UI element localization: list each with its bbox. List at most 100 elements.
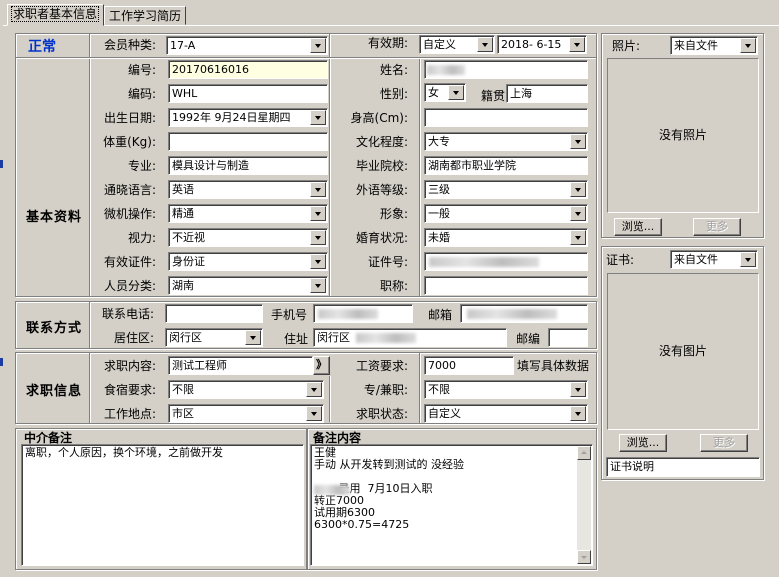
number-field[interactable]: 20170616016	[168, 60, 328, 79]
photo-more-button[interactable]: 更多	[693, 218, 741, 236]
chevron-down-icon[interactable]	[310, 182, 326, 197]
parttime-select[interactable]: 不限	[424, 380, 588, 399]
scroll-down-icon[interactable]	[577, 550, 591, 564]
section-title-basic: 基本资料	[26, 210, 83, 225]
vision-select[interactable]: 不近视	[168, 228, 328, 247]
id-number-field[interactable]	[424, 252, 588, 271]
native-label: 籍贯	[481, 89, 506, 103]
address-label: 住址	[284, 332, 309, 346]
title-field[interactable]	[424, 276, 588, 295]
major-label: 专业:	[127, 159, 156, 173]
major-field[interactable]: 模具设计与制造	[168, 156, 328, 175]
work-place-label: 工作地点:	[103, 407, 156, 421]
scroll-up-icon[interactable]	[577, 446, 591, 460]
chevron-down-icon[interactable]	[310, 254, 326, 269]
chevron-down-icon[interactable]	[245, 330, 261, 345]
chevron-down-icon[interactable]	[477, 37, 493, 52]
tab-work-history[interactable]: 工作学习简历	[104, 6, 186, 25]
vision-value: 不近视	[172, 231, 205, 244]
postcode-field[interactable]	[548, 328, 588, 347]
weight-field[interactable]	[168, 132, 328, 151]
chevron-down-icon[interactable]	[306, 382, 322, 397]
computer-label: 微机操作:	[103, 207, 156, 221]
email-field[interactable]	[460, 304, 588, 323]
remark-textarea[interactable]: 王健 手动 从开发转到测试的 没经验 录用 7月10日入职 转正7000 试用期…	[310, 444, 593, 566]
member-type-select[interactable]: 17-A	[166, 36, 328, 55]
redacted-address	[356, 333, 416, 343]
district-select[interactable]: 闵行区	[165, 328, 263, 347]
work-place-select[interactable]: 市区	[168, 404, 324, 423]
id-type-select[interactable]: 身份证	[168, 252, 328, 271]
phone-label: 联系电话:	[101, 307, 154, 321]
chevron-down-icon[interactable]	[310, 278, 326, 293]
certificate-note-field[interactable]: 证书说明	[606, 457, 760, 477]
birth-value: 1992年 9月24日星期四	[172, 111, 291, 124]
chevron-down-icon[interactable]	[306, 406, 322, 421]
name-field[interactable]	[424, 60, 588, 79]
foreign-level-value: 三级	[428, 183, 450, 196]
chevron-down-icon[interactable]	[448, 85, 464, 100]
job-content-field[interactable]: 测试工程师	[168, 356, 313, 375]
work-place-value: 市区	[172, 407, 194, 420]
id-type-value: 身份证	[172, 255, 205, 268]
native-field[interactable]: 上海	[506, 84, 588, 103]
certificate-source-select[interactable]: 来自文件	[670, 250, 758, 269]
chevron-down-icon[interactable]	[570, 382, 586, 397]
school-field[interactable]: 湖南都市职业学院	[424, 156, 588, 175]
gender-label: 性别:	[379, 87, 408, 101]
lodging-select[interactable]: 不限	[168, 380, 324, 399]
appearance-select[interactable]: 一般	[424, 204, 588, 223]
phone-field[interactable]	[165, 304, 263, 323]
chevron-down-icon[interactable]	[570, 406, 586, 421]
member-type-label: 会员种类:	[103, 38, 156, 52]
validity-type-select[interactable]: 自定义	[419, 35, 495, 54]
section-title-job: 求职信息	[26, 384, 83, 399]
computer-select[interactable]: 精通	[168, 204, 328, 223]
mobile-field[interactable]	[313, 304, 413, 323]
code-field[interactable]: WHL	[168, 84, 328, 103]
chevron-down-icon[interactable]	[310, 110, 326, 125]
education-select[interactable]: 大专	[424, 132, 588, 151]
chevron-down-icon[interactable]	[569, 37, 585, 52]
redacted-id	[429, 257, 539, 267]
certificate-browse-button[interactable]: 浏览...	[619, 434, 667, 452]
redacted-email	[467, 309, 557, 319]
tab-basic-info-label: 求职者基本信息	[10, 6, 100, 22]
chevron-down-icon[interactable]	[310, 38, 326, 53]
chevron-down-icon[interactable]	[740, 252, 756, 267]
chevron-down-icon[interactable]	[310, 230, 326, 245]
photo-browse-button[interactable]: 浏览...	[614, 218, 662, 236]
photo-source-select[interactable]: 来自文件	[670, 36, 758, 55]
marital-select[interactable]: 未婚	[424, 228, 588, 247]
birth-date-picker[interactable]: 1992年 9月24日星期四	[168, 108, 328, 127]
chevron-down-icon[interactable]	[570, 134, 586, 149]
computer-value: 精通	[172, 207, 194, 220]
chevron-down-icon[interactable]	[570, 230, 586, 245]
job-status-label: 求职状态:	[355, 407, 408, 421]
validity-date-picker[interactable]: 2018- 6-15	[497, 35, 587, 54]
validity-type-value: 自定义	[423, 38, 456, 51]
agency-note-textarea[interactable]: 离职，个人原因，换个环境，之前做开发	[21, 444, 304, 566]
job-status-value: 自定义	[428, 407, 461, 420]
address-field[interactable]: 闵行区	[313, 328, 507, 347]
certificate-more-button[interactable]: 更多	[700, 434, 748, 452]
height-label: 身高(Cm):	[350, 111, 408, 125]
language-select[interactable]: 英语	[168, 180, 328, 199]
parttime-value: 不限	[428, 383, 450, 396]
chevron-down-icon[interactable]	[740, 38, 756, 53]
chevron-down-icon[interactable]	[570, 206, 586, 221]
gender-select[interactable]: 女	[424, 83, 466, 102]
mobile-label: 手机号	[271, 308, 308, 322]
tab-basic-info[interactable]: 求职者基本信息	[7, 4, 104, 26]
salary-field[interactable]: 7000	[424, 356, 514, 375]
job-content-more-button[interactable]: 》	[313, 356, 330, 375]
remark-scrollbar[interactable]	[577, 446, 591, 564]
district-label: 居住区:	[113, 331, 154, 345]
job-status-select[interactable]: 自定义	[424, 404, 588, 423]
height-field[interactable]	[424, 108, 588, 127]
chevron-down-icon[interactable]	[570, 182, 586, 197]
foreign-level-select[interactable]: 三级	[424, 180, 588, 199]
title-label: 职称:	[379, 279, 408, 293]
category-select[interactable]: 湖南	[168, 276, 328, 295]
chevron-down-icon[interactable]	[310, 206, 326, 221]
